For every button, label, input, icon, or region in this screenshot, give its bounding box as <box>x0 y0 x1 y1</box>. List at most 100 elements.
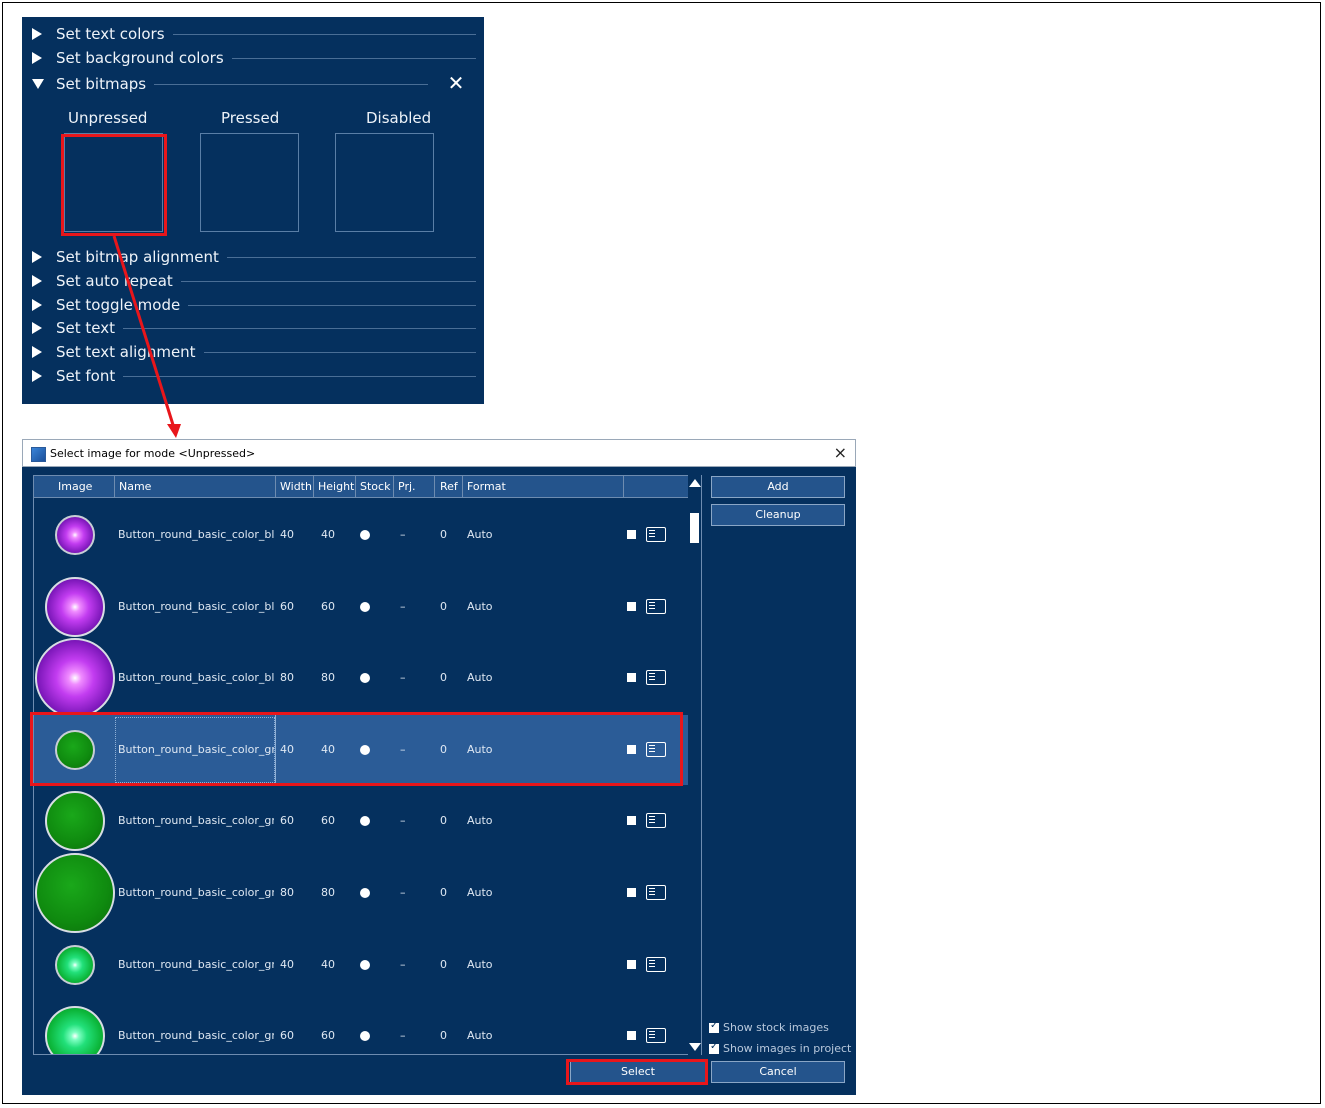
table-row[interactable]: Button_round_basic_color_blu⋯ 60 60 – 0 … <box>34 572 689 642</box>
table-row[interactable]: Button_round_basic_color_blu⋯ 80 80 – 0 … <box>34 638 689 719</box>
show-stock-images-checkbox[interactable]: Show stock images <box>709 1020 829 1034</box>
column-header-format[interactable]: Format <box>463 476 624 497</box>
format-cell: Auto <box>467 599 493 613</box>
table-row[interactable]: Button_round_basic_color_gr⋯ 60 60 – 0 A… <box>34 786 689 856</box>
section-set-toggle-mode[interactable]: Set toggle mode <box>22 294 484 316</box>
details-book-icon[interactable] <box>646 527 666 542</box>
column-header-image[interactable]: Image <box>34 476 115 497</box>
scroll-thumb[interactable] <box>690 513 699 543</box>
prj-cell: – <box>400 1029 406 1043</box>
stock-indicator-icon <box>360 888 370 898</box>
row-checkbox[interactable] <box>627 673 636 683</box>
checkbox-label: Show stock images <box>723 1021 829 1034</box>
table-row[interactable]: Button_round_basic_color_blu⋯ 40 40 – 0 … <box>34 500 689 570</box>
button-image-thumbnail <box>35 638 115 719</box>
details-book-icon[interactable] <box>646 1028 666 1044</box>
ref-cell: 0 <box>440 671 447 685</box>
expand-arrow-icon <box>32 52 42 64</box>
section-label: Set font <box>56 367 124 385</box>
prj-cell: – <box>400 671 406 685</box>
section-label: Set text alignment <box>56 343 204 361</box>
cleanup-button[interactable]: Cleanup <box>711 504 845 526</box>
table-row[interactable]: Button_round_basic_color_gr⋯ 40 40 – 0 A… <box>34 930 689 1000</box>
row-checkbox[interactable] <box>627 601 636 611</box>
button-image-thumbnail <box>55 944 95 985</box>
add-button[interactable]: Add <box>711 476 845 498</box>
close-icon[interactable]: ✕ <box>446 73 466 93</box>
column-header-blank <box>624 476 689 497</box>
mode-label-unpressed: Unpressed <box>68 109 148 127</box>
button-image-thumbnail <box>35 853 115 933</box>
details-book-icon[interactable] <box>646 670 666 686</box>
prj-cell: – <box>400 886 406 899</box>
table-row[interactable]: Button_round_basic_color_gr⋯ 80 80 – 0 A… <box>34 853 689 933</box>
highlight-selected-row <box>30 712 683 786</box>
mode-label-disabled: Disabled <box>366 109 432 127</box>
row-checkbox[interactable] <box>627 959 636 969</box>
height-cell: 80 <box>321 671 335 685</box>
width-cell: 40 <box>280 528 294 541</box>
stock-indicator-icon <box>360 601 370 612</box>
column-header-height[interactable]: Height <box>314 476 356 497</box>
section-label: Set toggle mode <box>56 296 189 314</box>
details-book-icon[interactable] <box>646 598 666 614</box>
details-book-icon[interactable] <box>646 885 666 900</box>
section-label: Set auto repeat <box>56 272 181 290</box>
cancel-button[interactable]: Cancel <box>711 1061 845 1083</box>
expand-arrow-icon <box>32 28 42 40</box>
show-project-images-checkbox[interactable]: Show images in project <box>709 1041 852 1055</box>
name-cell: Button_round_basic_color_gr⋯ <box>118 1029 274 1043</box>
section-label: Set bitmap alignment <box>56 248 227 266</box>
section-set-text-colors[interactable]: Set text colors <box>22 23 484 45</box>
app-icon <box>31 447 46 462</box>
checkbox-label: Show images in project <box>723 1042 852 1055</box>
details-book-icon[interactable] <box>646 956 666 972</box>
collapse-arrow-icon <box>32 79 44 89</box>
table-row[interactable]: Button_round_basic_color_gr⋯ 60 60 – 0 A… <box>34 1001 689 1054</box>
section-set-text[interactable]: Set text <box>22 317 484 339</box>
name-cell: Button_round_basic_color_gr⋯ <box>118 814 274 828</box>
bitmap-slot-pressed[interactable] <box>200 133 299 232</box>
stock-indicator-icon <box>360 959 370 970</box>
section-set-font[interactable]: Set font <box>22 365 484 387</box>
expand-arrow-icon <box>32 370 42 382</box>
row-checkbox[interactable] <box>627 530 636 539</box>
section-set-bitmap-alignment[interactable]: Set bitmap alignment <box>22 246 484 268</box>
close-icon[interactable]: × <box>834 443 847 462</box>
format-cell: Auto <box>467 671 493 685</box>
expand-arrow-icon <box>32 346 42 358</box>
width-cell: 80 <box>280 671 294 685</box>
name-cell: Button_round_basic_color_blu⋯ <box>118 671 274 685</box>
height-cell: 40 <box>321 957 335 971</box>
scroll-down-icon[interactable] <box>689 1043 701 1051</box>
name-cell: Button_round_basic_color_blu⋯ <box>118 528 274 541</box>
row-checkbox[interactable] <box>627 816 636 826</box>
column-header-width[interactable]: Width <box>276 476 314 497</box>
details-book-icon[interactable] <box>646 813 666 829</box>
column-header-stock[interactable]: Stock <box>356 476 394 497</box>
section-set-auto-repeat[interactable]: Set auto repeat <box>22 270 484 292</box>
table-scrollbar[interactable] <box>688 475 701 1055</box>
format-cell: Auto <box>467 1029 493 1043</box>
table-header: Image Name Width Height Stock Prj. Ref F… <box>34 476 701 498</box>
format-cell: Auto <box>467 886 493 899</box>
height-cell: 80 <box>321 886 335 899</box>
highlight-select-button <box>566 1059 708 1085</box>
width-cell: 60 <box>280 599 294 613</box>
ref-cell: 0 <box>440 886 447 899</box>
row-checkbox[interactable] <box>627 1031 636 1041</box>
bitmap-slot-disabled[interactable] <box>335 133 434 232</box>
expand-arrow-icon <box>32 251 42 263</box>
ref-cell: 0 <box>440 599 447 613</box>
section-set-text-alignment[interactable]: Set text alignment <box>22 341 484 363</box>
section-set-bitmaps[interactable]: Set bitmaps <box>22 73 484 95</box>
column-header-name[interactable]: Name <box>115 476 276 497</box>
highlight-unpressed-slot <box>61 134 167 236</box>
column-header-ref[interactable]: Ref <box>435 476 463 497</box>
column-header-prj[interactable]: Prj. <box>394 476 435 497</box>
prj-cell: – <box>400 528 406 541</box>
row-checkbox[interactable] <box>627 888 636 897</box>
scroll-up-icon[interactable] <box>689 479 701 487</box>
height-cell: 60 <box>321 814 335 828</box>
section-set-background-colors[interactable]: Set background colors <box>22 47 484 69</box>
